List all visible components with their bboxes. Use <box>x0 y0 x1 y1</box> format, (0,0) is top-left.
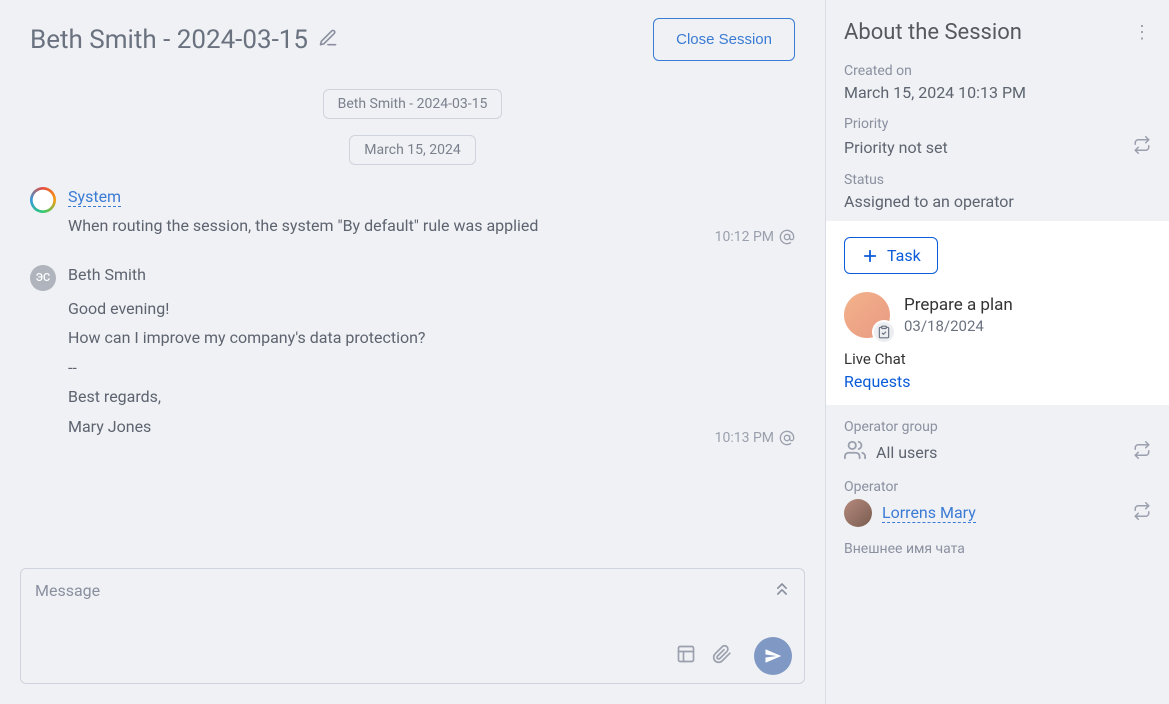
date-chip: March 15, 2024 <box>349 135 475 165</box>
user-avatar-icon: ЭС <box>30 265 56 291</box>
task-date: 03/18/2024 <box>904 317 1013 335</box>
message-input[interactable] <box>21 569 804 631</box>
task-title: Prepare a plan <box>904 295 1013 315</box>
status-label: Status <box>844 172 1151 188</box>
sender-link[interactable]: System <box>68 187 121 207</box>
composer-area <box>0 568 825 704</box>
created-label: Created on <box>844 63 1151 79</box>
created-section: Created on March 15, 2024 10:13 PM <box>826 53 1169 106</box>
sidebar-title: About the Session <box>844 20 1022 45</box>
sidebar-header: About the Session ⋮ <box>826 0 1169 53</box>
system-avatar-icon <box>30 187 56 213</box>
attachment-icon[interactable] <box>712 644 732 668</box>
thread-chip-row: Beth Smith - 2024-03-15 <box>30 89 795 119</box>
task-assignee-avatar <box>844 292 890 338</box>
kebab-menu-icon[interactable]: ⋮ <box>1133 24 1151 42</box>
session-title: Beth Smith - 2024-03-15 <box>30 25 308 55</box>
template-icon[interactable] <box>676 644 696 668</box>
operator-name-link[interactable]: Lorrens Mary <box>882 503 976 523</box>
clipboard-icon <box>872 320 896 344</box>
status-section: Status Assigned to an operator <box>826 162 1169 215</box>
message-timestamp: 10:12 PM <box>715 229 795 245</box>
message-text: Good evening! How can I improve my compa… <box>68 294 795 442</box>
operator-label: Operator <box>844 479 1151 495</box>
message-timestamp: 10:13 PM <box>715 430 795 446</box>
expand-composer-icon[interactable] <box>772 579 792 603</box>
priority-value[interactable]: Priority not set <box>844 138 948 157</box>
message: System When routing the session, the sys… <box>30 181 795 259</box>
task-info: Prepare a plan 03/18/2024 <box>904 295 1013 335</box>
send-button[interactable] <box>754 637 792 675</box>
sender-name: Beth Smith <box>68 265 795 284</box>
timestamp-text: 10:12 PM <box>715 229 774 245</box>
composer-toolbar <box>21 631 804 683</box>
priority-label: Priority <box>844 116 1151 132</box>
external-name-label: Внешнее имя чата <box>844 541 1151 557</box>
external-name-section: Внешнее имя чата <box>826 531 1169 565</box>
operator-group-value[interactable]: All users <box>876 443 937 462</box>
message-content: Beth Smith Good evening! How can I impro… <box>68 265 795 442</box>
operator-group-section: Operator group All users <box>826 409 1169 469</box>
session-title-wrap: Beth Smith - 2024-03-15 <box>30 25 338 55</box>
operator-avatar <box>844 499 872 527</box>
date-chip-row: March 15, 2024 <box>30 135 795 165</box>
swap-icon[interactable] <box>1133 441 1151 463</box>
close-session-button[interactable]: Close Session <box>653 18 795 61</box>
chat-body: Beth Smith - 2024-03-15 March 15, 2024 S… <box>0 71 825 568</box>
chat-header: Beth Smith - 2024-03-15 Close Session <box>0 0 825 71</box>
priority-section: Priority Priority not set <box>826 106 1169 162</box>
users-icon <box>844 439 866 465</box>
requests-link[interactable]: Requests <box>844 372 911 391</box>
operator-group-label: Operator group <box>844 419 1151 435</box>
add-task-label: Task <box>887 246 921 265</box>
at-icon <box>779 430 795 446</box>
swap-icon[interactable] <box>1133 136 1151 158</box>
timestamp-text: 10:13 PM <box>715 430 774 446</box>
task-section: Task Prepare a plan 03/18/2024 Live Chat… <box>826 221 1169 405</box>
live-chat-label: Live Chat <box>844 350 1151 368</box>
created-value: March 15, 2024 10:13 PM <box>844 83 1151 102</box>
operator-section: Operator Lorrens Mary <box>826 469 1169 531</box>
pencil-icon[interactable] <box>318 25 338 55</box>
task-item[interactable]: Prepare a plan 03/18/2024 <box>844 292 1151 338</box>
message-text: When routing the session, the system "By… <box>68 211 795 241</box>
composer <box>20 568 805 684</box>
message-content: System When routing the session, the sys… <box>68 187 795 241</box>
chat-panel: Beth Smith - 2024-03-15 Close Session Be… <box>0 0 825 704</box>
swap-icon[interactable] <box>1133 502 1151 524</box>
session-sidebar: About the Session ⋮ Created on March 15,… <box>825 0 1169 704</box>
at-icon <box>779 229 795 245</box>
message: ЭС Beth Smith Good evening! How can I im… <box>30 259 795 460</box>
add-task-button[interactable]: Task <box>844 237 938 274</box>
thread-chip: Beth Smith - 2024-03-15 <box>323 89 503 119</box>
status-value: Assigned to an operator <box>844 192 1151 211</box>
